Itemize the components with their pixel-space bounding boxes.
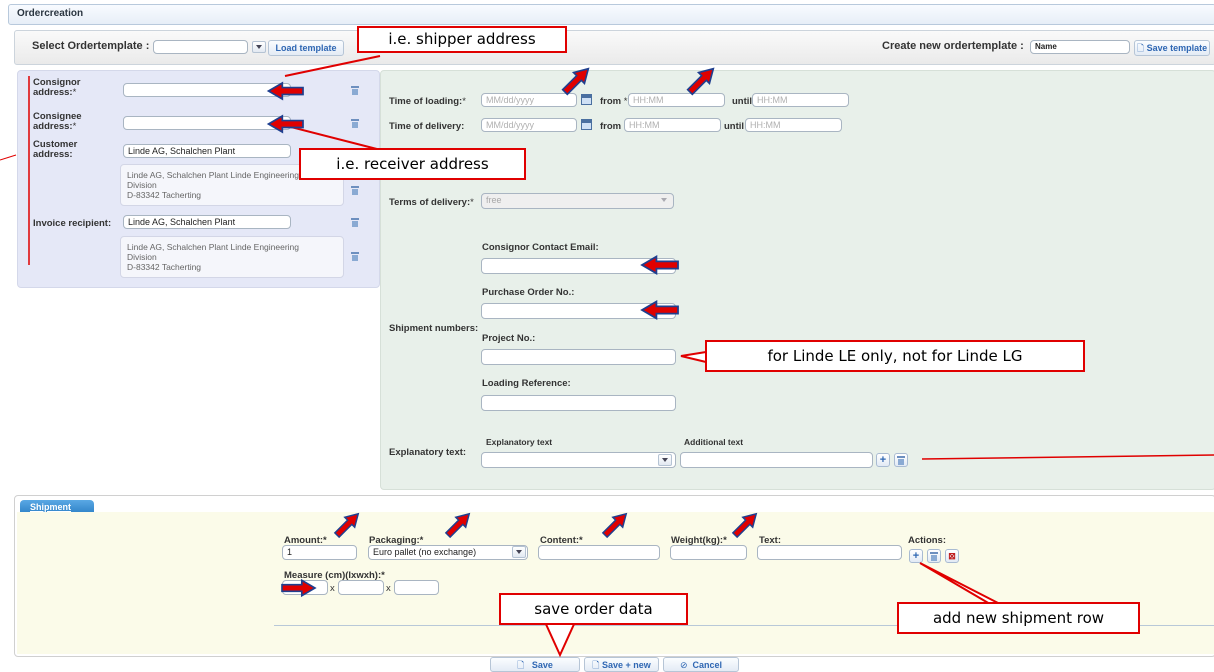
trash-icon[interactable] <box>351 186 359 195</box>
cancel-label: Cancel <box>692 660 723 670</box>
calendar-icon[interactable] <box>581 119 592 130</box>
measure-height-input[interactable] <box>394 580 439 595</box>
loading-from-time-input[interactable]: HH:MM <box>628 93 725 107</box>
save-order-callout: save order data <box>499 593 688 625</box>
times-sign: x <box>330 583 335 594</box>
time-of-loading-label: Time of loading:* <box>389 96 466 107</box>
select-template-label: Select Ordertemplate : <box>32 40 150 52</box>
additional-text-input[interactable] <box>680 452 873 468</box>
save-label: Save <box>531 660 553 670</box>
trash-icon <box>897 456 905 465</box>
consignee-address-input[interactable] <box>123 116 291 130</box>
project-no-label: Project No.: <box>482 333 536 344</box>
measure-length-input[interactable] <box>282 580 328 595</box>
document-icon: 🗋 <box>592 660 600 670</box>
template-dropdown-chevron-icon[interactable] <box>252 41 266 53</box>
delivery-from-label: from <box>600 121 622 132</box>
annotation-line <box>0 154 17 161</box>
text-input[interactable] <box>757 545 902 560</box>
customer-label: Customer address: <box>33 139 78 160</box>
template-select-input[interactable] <box>153 40 248 54</box>
calendar-icon[interactable] <box>581 94 592 105</box>
invoice-address-detail: Linde AG, Schalchen Plant Linde Engineer… <box>120 236 344 278</box>
trash-icon[interactable] <box>351 119 359 128</box>
create-template-label: Create new ordertemplate : <box>882 40 1024 52</box>
actions-label: Actions: <box>908 535 946 546</box>
linde-callout: for Linde LE only, not for Linde LG <box>705 340 1085 372</box>
order-details-panel <box>380 70 1214 490</box>
cancel-button[interactable]: ⊘ Cancel <box>663 657 739 672</box>
trash-icon <box>930 552 938 561</box>
save-new-label: Save + new <box>601 660 651 670</box>
cancel-icon: ⊘ <box>679 660 688 670</box>
window-title-bar: Ordercreation <box>8 4 1214 25</box>
loading-until-time-input[interactable]: HH:MM <box>752 93 849 107</box>
loading-date-input[interactable]: MM/dd/yyyy <box>481 93 577 107</box>
explanatory-text-label: Explanatory text: <box>389 447 467 458</box>
invoice-recipient-label: Invoice recipient: <box>33 218 112 229</box>
shipment-numbers-label: Shipment numbers: <box>389 323 479 334</box>
delete-text-button[interactable] <box>894 453 908 467</box>
template-name-input[interactable]: Name <box>1030 40 1130 54</box>
save-button[interactable]: 🗋 Save <box>490 657 580 672</box>
loading-reference-input[interactable] <box>481 395 676 411</box>
delivery-from-time-input[interactable]: HH:MM <box>624 118 721 132</box>
add-row-callout: add new shipment row <box>897 602 1140 634</box>
explanatory-text-select[interactable] <box>481 452 676 468</box>
loading-until-label: until <box>732 96 753 107</box>
consignor-email-input[interactable] <box>481 258 676 274</box>
packaging-select[interactable]: Euro pallet (no exchange) <box>368 545 528 560</box>
explanatory-chevron-down-icon[interactable] <box>658 454 672 466</box>
time-of-delivery-label: Time of delivery: <box>389 121 465 132</box>
terms-chevron-down-icon <box>658 195 672 207</box>
delivery-until-time-input[interactable]: HH:MM <box>745 118 842 132</box>
consignor-address-input[interactable] <box>123 83 291 97</box>
window-title: Ordercreation <box>17 8 84 19</box>
load-template-button[interactable]: Load template <box>268 40 344 56</box>
trash-icon[interactable] <box>351 218 359 227</box>
shipper-callout: i.e. shipper address <box>357 26 567 53</box>
customer-address-input[interactable]: Linde AG, Schalchen Plant <box>123 144 291 158</box>
loading-reference-label: Loading Reference: <box>482 378 571 389</box>
delivery-date-input[interactable]: MM/dd/yyyy <box>481 118 577 132</box>
purchase-order-input[interactable] <box>481 303 676 319</box>
packaging-chevron-down-icon[interactable] <box>512 546 526 558</box>
delete-row-button[interactable] <box>927 549 941 563</box>
document-icon: 🗋 <box>1136 43 1147 53</box>
trash-icon[interactable] <box>351 86 359 95</box>
delivery-until-label: until <box>724 121 745 132</box>
invoice-recipient-input[interactable]: Linde AG, Schalchen Plant <box>123 215 291 229</box>
document-icon: 🗋 <box>517 660 525 670</box>
weight-input[interactable] <box>670 545 747 560</box>
loading-from-label: from * <box>600 96 628 107</box>
times-sign: x <box>386 583 391 594</box>
content-input[interactable] <box>538 545 660 560</box>
save-new-button[interactable]: 🗋 Save + new <box>584 657 659 672</box>
receiver-callout: i.e. receiver address <box>299 148 526 180</box>
explanatory-column-label: Explanatory text <box>486 437 553 447</box>
add-row-plus-icon[interactable]: + <box>909 549 923 563</box>
additional-column-label: Additional text <box>684 437 744 447</box>
consignor-email-label: Consignor Contact Email: <box>482 242 599 253</box>
consignor-label: Consignor address:* <box>33 77 81 98</box>
delete-row-icon[interactable]: ⊠ <box>945 549 959 563</box>
terms-of-delivery-label: Terms of delivery:* <box>389 197 474 208</box>
add-text-plus-icon[interactable]: + <box>876 453 890 467</box>
purchase-order-label: Purchase Order No.: <box>482 287 575 298</box>
amount-input[interactable]: 1 <box>282 545 357 560</box>
measure-width-input[interactable] <box>338 580 384 595</box>
save-template-button[interactable]: 🗋 Save template <box>1134 40 1210 56</box>
project-no-input[interactable] <box>481 349 676 365</box>
terms-of-delivery-select[interactable]: free <box>481 193 674 209</box>
consignee-label: Consignee address:* <box>33 111 82 132</box>
trash-icon[interactable] <box>351 252 359 261</box>
save-template-label: Save template <box>1146 43 1208 53</box>
